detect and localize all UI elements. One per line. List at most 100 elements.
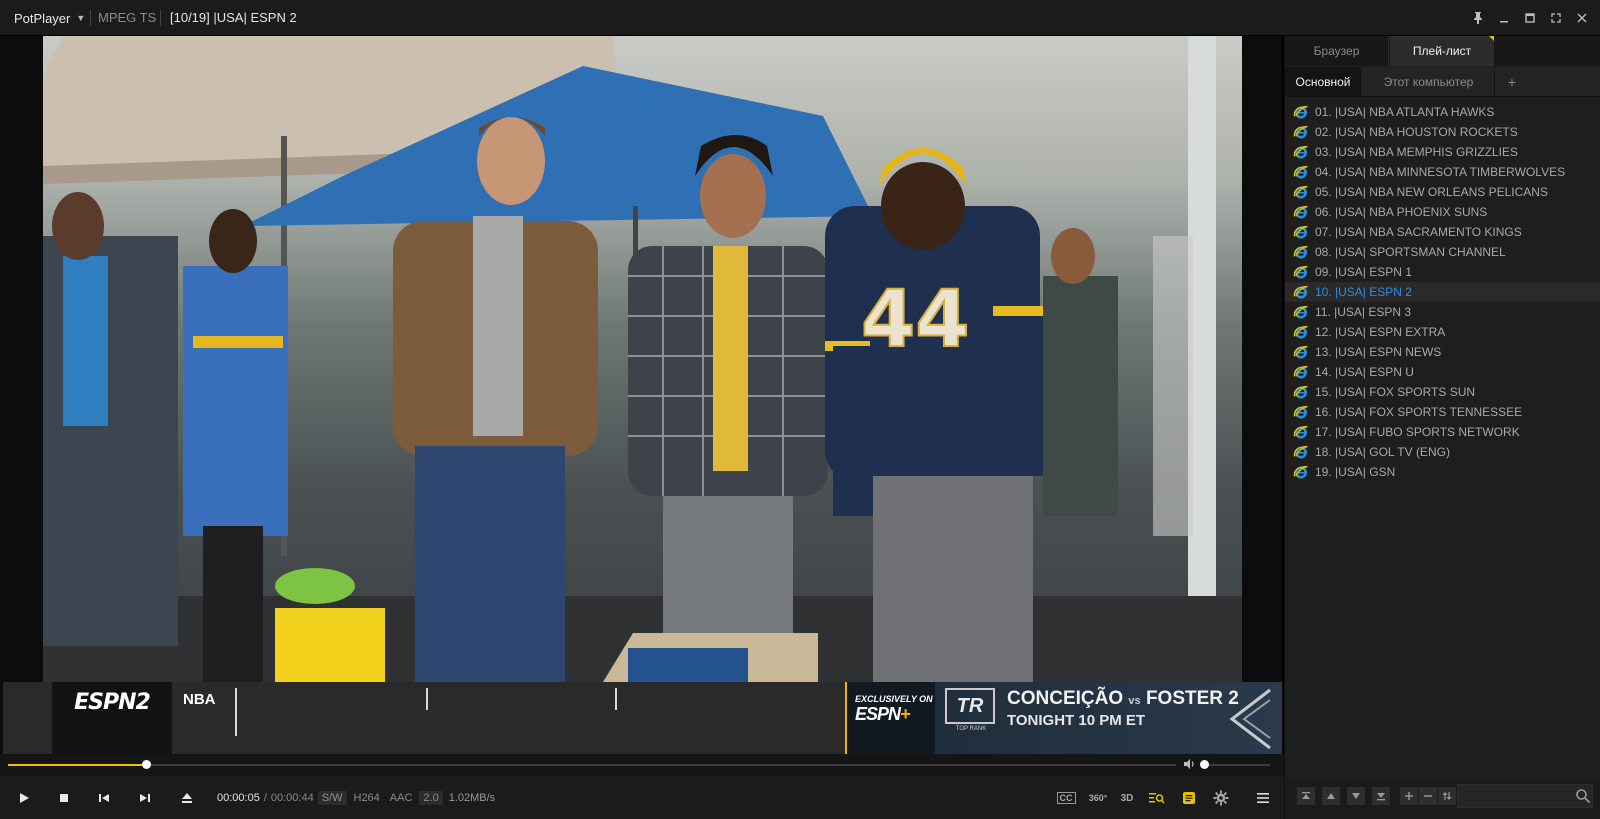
sort-button[interactable]: [1438, 787, 1456, 805]
internet-explorer-icon: [1293, 445, 1308, 459]
add-item-button[interactable]: [1400, 787, 1418, 805]
tab-playlist[interactable]: Плей-лист: [1390, 36, 1494, 66]
top-rank-caption: TOP RANK: [955, 726, 987, 732]
format-label: MPEG TS: [98, 10, 157, 25]
playlist-item-label: 16. |USA| FOX SPORTS TENNESSEE: [1315, 405, 1523, 419]
playlist-item-label: 02. |USA| NBA HOUSTON ROCKETS: [1315, 125, 1518, 139]
play-button[interactable]: [12, 787, 36, 809]
fighter-b: FOSTER 2: [1145, 688, 1239, 709]
title-bar: PotPlayer ▼ MPEG TS [10/19] |USA| ESPN 2: [0, 0, 1600, 36]
playlist-item[interactable]: 10. |USA| ESPN 2: [1285, 282, 1600, 302]
fullscreen-button[interactable]: [1544, 6, 1568, 30]
playlist-item[interactable]: 02. |USA| NBA HOUSTON ROCKETS: [1285, 122, 1600, 142]
list-search-icon: [1149, 793, 1165, 804]
playlist-item[interactable]: 05. |USA| NBA NEW ORLEANS PELICANS: [1285, 182, 1600, 202]
subtab-this-computer[interactable]: Этот компьютер: [1363, 67, 1495, 97]
notes-icon: [1183, 792, 1195, 804]
pin-icon[interactable]: [1466, 6, 1490, 30]
internet-explorer-icon: [1293, 345, 1308, 359]
playlist-item[interactable]: 16. |USA| FOX SPORTS TENNESSEE: [1285, 402, 1600, 422]
settings-button[interactable]: [1210, 787, 1232, 809]
search-icon[interactable]: [1575, 788, 1591, 804]
app-menu-button[interactable]: PotPlayer ▼: [6, 6, 93, 30]
tab-browser[interactable]: Браузер: [1285, 36, 1389, 66]
volume-slider[interactable]: [1200, 760, 1270, 769]
window-title: [10/19] |USA| ESPN 2: [170, 10, 297, 25]
internet-explorer-icon: [1293, 205, 1308, 219]
internet-explorer-icon: [1293, 425, 1308, 439]
jersey-number: 44: [861, 275, 970, 365]
move-up-button[interactable]: [1322, 787, 1340, 805]
playlist-item[interactable]: 14. |USA| ESPN U: [1285, 362, 1600, 382]
internet-explorer-icon: [1293, 405, 1308, 419]
internet-explorer-icon: [1293, 305, 1308, 319]
playback-info: 00:00:05 / 00:00:44 S/W H264 AAC 2.0 1.0…: [217, 791, 495, 805]
move-to-bottom-button[interactable]: [1372, 787, 1390, 805]
chevron-left-icon: [1229, 688, 1271, 750]
video-area[interactable]: 44 ESPN2 NBA EXCLUSIVELY ON ESPN+ TR TOP…: [0, 36, 1284, 754]
close-button[interactable]: [1570, 6, 1594, 30]
playlist-item[interactable]: 04. |USA| NBA MINNESOTA TIMBERWOLVES: [1285, 162, 1600, 182]
stop-button[interactable]: [52, 787, 76, 809]
playlist-item[interactable]: 08. |USA| SPORTSMAN CHANNEL: [1285, 242, 1600, 262]
volume-handle[interactable]: [1200, 760, 1210, 769]
playlist-item[interactable]: 01. |USA| NBA ATLANTA HAWKS: [1285, 102, 1600, 122]
playlist-item[interactable]: 06. |USA| NBA PHOENIX SUNS: [1285, 202, 1600, 222]
eject-button[interactable]: [175, 787, 199, 809]
playlist-item-label: 19. |USA| GSN: [1315, 465, 1396, 479]
seek-bar[interactable]: [8, 760, 1176, 769]
chevron-down-icon: ▼: [76, 13, 86, 23]
next-icon: [140, 794, 150, 802]
time-separator: /: [263, 792, 267, 804]
playlist-item[interactable]: 19. |USA| GSN: [1285, 462, 1600, 482]
channel-logo: ESPN2: [52, 682, 172, 754]
minimize-button[interactable]: [1492, 6, 1516, 30]
menu-button[interactable]: [1252, 787, 1274, 809]
playlist-toolbar: [1285, 779, 1600, 819]
hamburger-icon: [1257, 793, 1269, 803]
playlist-search-button[interactable]: [1146, 787, 1168, 809]
video-frame[interactable]: 44: [43, 36, 1242, 682]
internet-explorer-icon: [1293, 285, 1308, 299]
move-down-button[interactable]: [1347, 787, 1365, 805]
internet-explorer-icon: [1293, 145, 1308, 159]
playlist-item-label: 06. |USA| NBA PHOENIX SUNS: [1315, 205, 1488, 219]
volume-icon[interactable]: [1183, 758, 1195, 773]
playlist-item-label: 09. |USA| ESPN 1: [1315, 265, 1412, 279]
promo-matchup: CONCEIÇÃO vs FOSTER 2: [1007, 688, 1239, 710]
move-to-top-button[interactable]: [1297, 787, 1315, 805]
playlist-item[interactable]: 17. |USA| FUBO SPORTS NETWORK: [1285, 422, 1600, 442]
maximize-button[interactable]: [1518, 6, 1542, 30]
playlist-item[interactable]: 12. |USA| ESPN EXTRA: [1285, 322, 1600, 342]
subtab-main[interactable]: Основной: [1285, 67, 1361, 97]
vr-360-button[interactable]: 360°: [1086, 787, 1110, 809]
cc-icon: CC: [1056, 792, 1076, 804]
playlist-item[interactable]: 13. |USA| ESPN NEWS: [1285, 342, 1600, 362]
decoder-badge[interactable]: S/W: [317, 791, 347, 805]
notes-button[interactable]: [1178, 787, 1200, 809]
playlist-item[interactable]: 15. |USA| FOX SPORTS SUN: [1285, 382, 1600, 402]
video-codec[interactable]: H264: [351, 792, 383, 804]
remove-item-button[interactable]: [1419, 787, 1437, 805]
internet-explorer-icon: [1293, 325, 1308, 339]
playlist-item[interactable]: 07. |USA| NBA SACRAMENTO KINGS: [1285, 222, 1600, 242]
seek-handle[interactable]: [141, 760, 151, 769]
playlist-item-label: 14. |USA| ESPN U: [1315, 365, 1414, 379]
stop-icon: [60, 794, 68, 802]
playlist-item[interactable]: 11. |USA| ESPN 3: [1285, 302, 1600, 322]
playlist-item[interactable]: 03. |USA| NBA MEMPHIS GRIZZLIES: [1285, 142, 1600, 162]
subtitles-button[interactable]: CC: [1055, 787, 1077, 809]
previous-button[interactable]: [92, 787, 116, 809]
playlist-search-input[interactable]: [1457, 784, 1593, 808]
audio-channels[interactable]: 2.0: [419, 791, 443, 805]
audio-codec[interactable]: AAC: [387, 792, 416, 804]
ticker-divider: [426, 688, 428, 710]
playlist-item-label: 10. |USA| ESPN 2: [1315, 285, 1412, 299]
playlist-item[interactable]: 09. |USA| ESPN 1: [1285, 262, 1600, 282]
playlist-item[interactable]: 18. |USA| GOL TV (ENG): [1285, 442, 1600, 462]
3d-button[interactable]: 3D: [1116, 787, 1138, 809]
add-tab-button[interactable]: +: [1497, 67, 1527, 97]
app-name: PotPlayer: [14, 10, 71, 26]
next-button[interactable]: [133, 787, 157, 809]
move-top-icon: [1302, 792, 1310, 799]
